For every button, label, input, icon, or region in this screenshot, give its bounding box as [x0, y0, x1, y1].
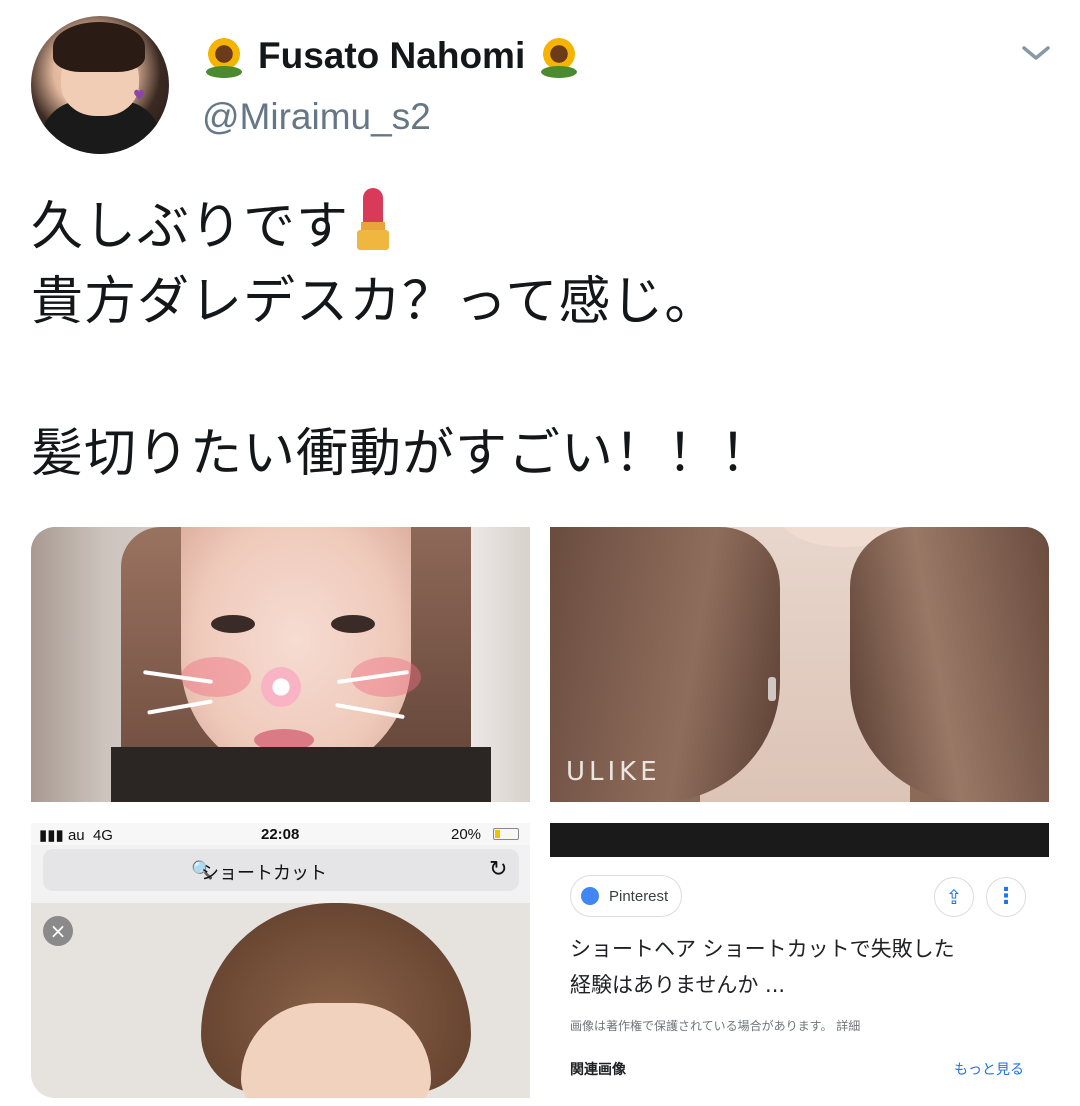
media-photo-4[interactable]: Pinterest ⇪ ⋮ ショートヘア ショートカットで失敗した 経験はありま… [550, 823, 1049, 1098]
author-display-name[interactable]: Fusato Nahomi [258, 35, 525, 77]
see-more-link: もっと見る [954, 1062, 1024, 1078]
tweet-line-4: 髪切りたい衝動がすごい！！！ [31, 424, 774, 484]
heart-icon: ♥ [133, 88, 146, 104]
tweet-line-2: 貴方ダレデスカ？って感じ。 [31, 272, 718, 332]
avatar-hair [53, 22, 145, 72]
tweet-line-3 [31, 340, 1051, 416]
sunflower-icon [537, 33, 581, 78]
battery-icon [493, 828, 519, 840]
sunflower-icon [202, 33, 246, 78]
author-avatar[interactable]: ♥ [31, 16, 169, 154]
author-handle[interactable]: @Miraimu_s2 [202, 96, 431, 138]
result-title: ショートヘア ショートカットで失敗した 経験はありませんか ... [570, 937, 955, 997]
tweet-media-grid: ULIKE ▮▮▮ au 4G 22:08 20% 🔍 ショートカット ↻ × … [31, 527, 1049, 1098]
photo-watermark: ULIKE [566, 757, 661, 787]
carrier-label: au [67, 827, 85, 844]
more-options-icon: ⋮ [986, 877, 1026, 917]
signal-icon: ▮▮▮ [39, 827, 68, 844]
reload-icon: ↻ [489, 857, 508, 882]
source-label: Pinterest [609, 888, 669, 905]
phone-status-bar: ▮▮▮ au 4G 22:08 20% [31, 823, 530, 845]
tweet-line-1: 久しぶりです [31, 188, 1051, 264]
source-chip: Pinterest [570, 875, 682, 917]
status-time: 22:08 [261, 826, 300, 843]
media-photo-1[interactable] [31, 527, 530, 802]
necklace-pendant [768, 677, 776, 701]
author-name-row[interactable]: Fusato Nahomi [202, 30, 581, 82]
close-icon: × [43, 916, 73, 946]
related-images-label: 関連画像 [570, 1062, 626, 1078]
address-text: ショートカット [201, 863, 327, 884]
chevron-down-icon[interactable] [1020, 42, 1052, 64]
battery-percent: 20% [451, 826, 482, 843]
network-label: 4G [92, 827, 113, 844]
globe-icon [581, 887, 599, 905]
media-photo-3[interactable]: ▮▮▮ au 4G 22:08 20% 🔍 ショートカット ↻ × [31, 823, 530, 1098]
media-photo-2[interactable]: ULIKE [550, 527, 1049, 802]
tweet-text: 久しぶりです 貴方ダレデスカ？って感じ。 髪切りたい衝動がすごい！！！ [31, 188, 1051, 492]
browser-address-bar: 🔍 ショートカット ↻ [43, 849, 519, 891]
share-icon: ⇪ [934, 877, 974, 917]
lipstick-icon [353, 188, 393, 250]
copyright-notice: 画像は著作権で保護されている場合があります。 詳細 [570, 1019, 861, 1033]
